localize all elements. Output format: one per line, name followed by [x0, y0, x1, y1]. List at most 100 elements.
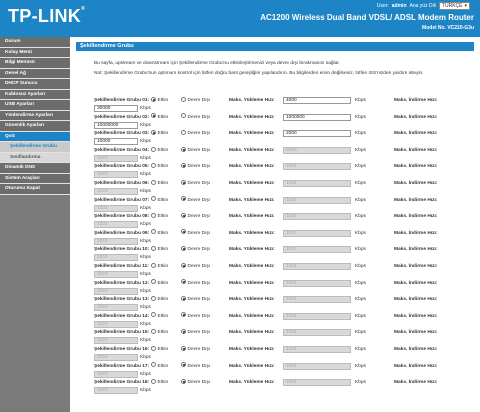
- disable-radio[interactable]: Devre Dışı: [181, 279, 210, 287]
- max-upload-input[interactable]: 1024: [283, 179, 351, 187]
- max-upload-input[interactable]: 1024: [283, 279, 351, 287]
- model-title: AC1200 Wireless Dual Band VDSL/ ADSL Mod…: [260, 13, 474, 22]
- enable-radio[interactable]: Etkin: [151, 345, 168, 353]
- max-upload-label: Maks. Yükleme Hızı:: [229, 330, 275, 336]
- enable-radio[interactable]: Etkin: [151, 362, 168, 370]
- group-label: Şekillendirme Grubu 10:: [94, 247, 150, 253]
- bandwidth-input[interactable]: 1024: [94, 187, 138, 195]
- sidebar-item[interactable]: DHCP Sunucu: [0, 79, 70, 90]
- disable-radio[interactable]: Devre Dışı: [181, 345, 210, 353]
- bandwidth-input[interactable]: 1024: [94, 337, 138, 345]
- disable-radio[interactable]: Devre Dışı: [181, 163, 210, 170]
- max-upload-label: Maks. Yükleme Hızı:: [229, 180, 275, 186]
- bandwidth-input[interactable]: 1024: [94, 204, 138, 212]
- bandwidth-input[interactable]: 1024: [94, 370, 138, 378]
- enable-radio[interactable]: Etkin: [151, 179, 168, 187]
- enable-radio[interactable]: Etkin: [151, 113, 168, 121]
- shaping-group-row: Şekillendirme Grubu 08: Etkin Devre Dışı 10…: [94, 212, 480, 230]
- unit-label: Kbps: [140, 222, 151, 228]
- max-upload-input[interactable]: 1024: [283, 329, 351, 337]
- bandwidth-input[interactable]: 1024: [94, 320, 138, 328]
- user-bar: User: admin Ana yüz Dili TÜRKÇE ▾: [377, 2, 470, 10]
- unit-label: Kbps: [140, 354, 151, 360]
- sidebar-item[interactable]: Sistem Araçları: [0, 173, 70, 184]
- bandwidth-input[interactable]: 1024: [94, 387, 138, 395]
- max-upload-input[interactable]: 1024: [283, 296, 351, 304]
- disable-radio[interactable]: Devre Dışı: [181, 329, 210, 336]
- bandwidth-input[interactable]: 1024: [94, 221, 138, 229]
- sidebar-item[interactable]: Bilgi Menüsü: [0, 58, 70, 69]
- sidebar-item[interactable]: Sınıflandırma: [0, 152, 70, 163]
- disable-radio[interactable]: Devre Dışı: [181, 362, 210, 370]
- logout-link[interactable]: Ana yüz Dili: [410, 3, 436, 9]
- sidebar-item[interactable]: Oturumu Kapat: [0, 184, 70, 195]
- bandwidth-input[interactable]: 1024: [94, 287, 138, 295]
- max-upload-input[interactable]: 1024: [283, 345, 351, 353]
- max-upload-input[interactable]: 1024: [283, 262, 351, 270]
- language-select[interactable]: TÜRKÇE ▾: [438, 2, 470, 10]
- disable-radio[interactable]: Devre Dışı: [181, 312, 210, 320]
- max-upload-input[interactable]: 1024: [283, 213, 351, 221]
- disable-radio[interactable]: Devre Dışı: [181, 129, 210, 137]
- disable-radio[interactable]: Devre Dışı: [181, 262, 210, 270]
- max-upload-input[interactable]: 4000: [283, 97, 351, 104]
- max-upload-input[interactable]: 1024: [283, 362, 351, 370]
- bandwidth-input[interactable]: 10000: [94, 138, 138, 146]
- enable-radio[interactable]: Etkin: [151, 279, 168, 287]
- bandwidth-input[interactable]: 1024: [94, 154, 138, 162]
- sidebar-item[interactable]: Durum: [0, 37, 70, 48]
- enable-radio[interactable]: Etkin: [151, 246, 168, 253]
- bandwidth-input[interactable]: 1024: [94, 171, 138, 179]
- sidebar-item[interactable]: QoS: [0, 131, 70, 142]
- unit-label: Kbps: [140, 388, 151, 394]
- disable-radio[interactable]: Devre Dışı: [181, 146, 210, 154]
- enable-radio[interactable]: Etkin: [151, 196, 168, 204]
- disable-radio[interactable]: Devre Dışı: [181, 96, 210, 104]
- bandwidth-input[interactable]: 1024: [94, 254, 138, 262]
- sidebar-item[interactable]: Şekillendirme Grubu: [0, 142, 70, 153]
- sidebar-item[interactable]: Genel Ağ: [0, 68, 70, 79]
- sidebar-item[interactable]: Güvenlik Ayarları: [0, 121, 70, 132]
- sidebar-item[interactable]: USB Ayarları: [0, 100, 70, 111]
- bandwidth-input[interactable]: 10000000: [94, 121, 138, 129]
- unit-label: Kbps: [355, 280, 366, 286]
- disable-radio[interactable]: Devre Dışı: [181, 113, 210, 121]
- bandwidth-input[interactable]: 1024: [94, 270, 138, 278]
- disable-radio[interactable]: Devre Dışı: [181, 229, 210, 237]
- enable-radio[interactable]: Etkin: [151, 329, 168, 336]
- max-upload-input[interactable]: 8000: [283, 146, 351, 154]
- disable-radio[interactable]: Devre Dışı: [181, 378, 210, 386]
- disable-radio[interactable]: Devre Dışı: [181, 246, 210, 253]
- max-upload-input[interactable]: 1024: [283, 379, 351, 387]
- max-upload-input[interactable]: 1024: [283, 196, 351, 204]
- bandwidth-input[interactable]: 30000: [94, 105, 138, 112]
- enable-radio[interactable]: Etkin: [151, 262, 168, 270]
- enable-radio[interactable]: Etkin: [151, 212, 168, 220]
- bandwidth-input[interactable]: 1024: [94, 304, 138, 312]
- sidebar-item[interactable]: Dinamik DNS: [0, 163, 70, 174]
- disable-radio[interactable]: Devre Dışı: [181, 295, 210, 303]
- max-upload-input[interactable]: 1024: [283, 229, 351, 237]
- max-upload-input[interactable]: 1024: [283, 246, 351, 254]
- enable-radio[interactable]: Etkin: [151, 312, 168, 320]
- enable-radio[interactable]: Etkin: [151, 146, 168, 154]
- enable-radio[interactable]: Etkin: [151, 96, 168, 104]
- max-download-label: Maks. İndirme Hızı:: [394, 297, 438, 303]
- max-upload-input[interactable]: 1000000: [283, 113, 351, 121]
- enable-radio[interactable]: Etkin: [151, 295, 168, 303]
- max-upload-input[interactable]: 1024: [283, 163, 351, 171]
- max-upload-input[interactable]: 2000: [283, 130, 351, 138]
- sidebar-item[interactable]: Kablosuz Ayarları: [0, 89, 70, 100]
- enable-radio[interactable]: Etkin: [151, 129, 168, 137]
- max-upload-input[interactable]: 1024: [283, 312, 351, 320]
- sidebar-item[interactable]: Kolay Menü: [0, 47, 70, 58]
- enable-radio[interactable]: Etkin: [151, 163, 168, 170]
- enable-radio[interactable]: Etkin: [151, 378, 168, 386]
- disable-radio[interactable]: Devre Dışı: [181, 212, 210, 220]
- disable-radio[interactable]: Devre Dışı: [181, 196, 210, 204]
- sidebar-item[interactable]: Yönlendirme Ayarları: [0, 110, 70, 121]
- disable-radio[interactable]: Devre Dışı: [181, 179, 210, 187]
- bandwidth-input[interactable]: 1024: [94, 353, 138, 361]
- enable-radio[interactable]: Etkin: [151, 229, 168, 237]
- bandwidth-input[interactable]: 1024: [94, 237, 138, 245]
